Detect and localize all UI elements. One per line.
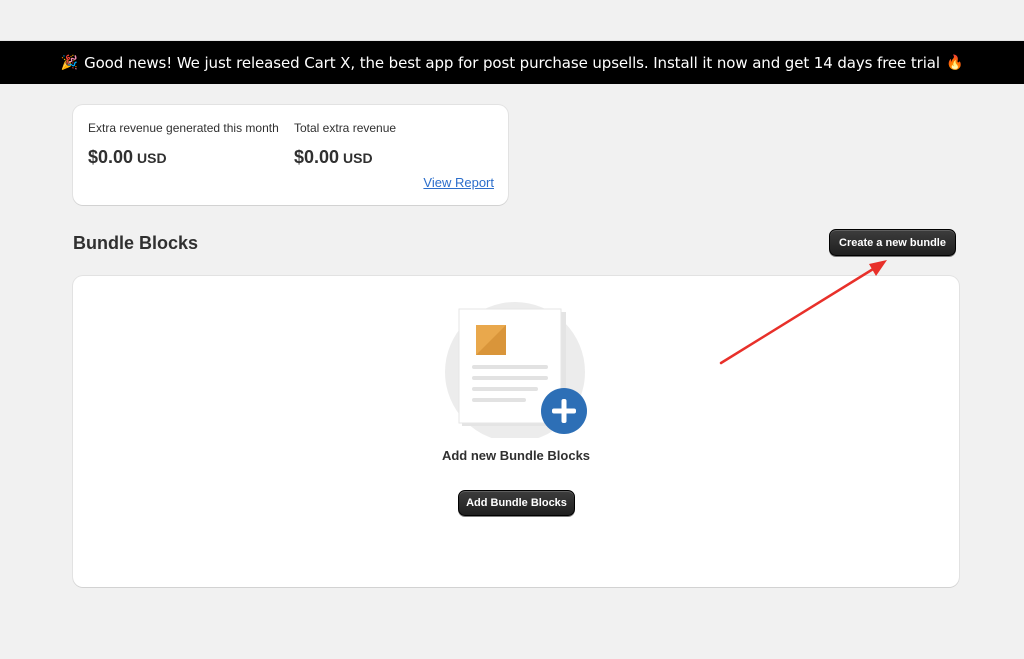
add-bundle-blocks-button[interactable]: Add Bundle Blocks	[458, 490, 575, 516]
monthly-revenue-currency: USD	[137, 150, 167, 166]
monthly-revenue-value: $0.00 USD	[88, 147, 279, 168]
revenue-card: Extra revenue generated this month $0.00…	[73, 105, 508, 205]
total-revenue-value: $0.00 USD	[294, 147, 396, 168]
party-popper-icon: 🎉	[60, 54, 79, 71]
top-strip	[0, 0, 1024, 41]
document-plus-icon	[445, 302, 587, 438]
total-revenue-currency: USD	[343, 150, 373, 166]
monthly-revenue-amount: $0.00	[88, 147, 134, 167]
monthly-revenue: Extra revenue generated this month $0.00…	[88, 121, 279, 168]
section-title: Bundle Blocks	[73, 233, 199, 253]
announcement-banner: 🎉 Good news! We just released Cart X, th…	[0, 41, 1024, 84]
total-revenue: Total extra revenue $0.00 USD	[294, 121, 396, 168]
create-bundle-button[interactable]: Create a new bundle	[829, 229, 956, 256]
bundle-blocks-card: Add new Bundle Blocks Add Bundle Blocks	[73, 276, 959, 587]
monthly-revenue-label: Extra revenue generated this month	[88, 121, 279, 135]
view-report-link[interactable]: View Report	[423, 175, 494, 190]
empty-state-title: Add new Bundle Blocks	[441, 448, 591, 463]
banner-text: Good news! We just released Cart X, the …	[84, 53, 940, 72]
total-revenue-label: Total extra revenue	[294, 121, 397, 135]
total-revenue-amount: $0.00	[294, 147, 340, 167]
fire-icon: 🔥	[945, 54, 964, 71]
